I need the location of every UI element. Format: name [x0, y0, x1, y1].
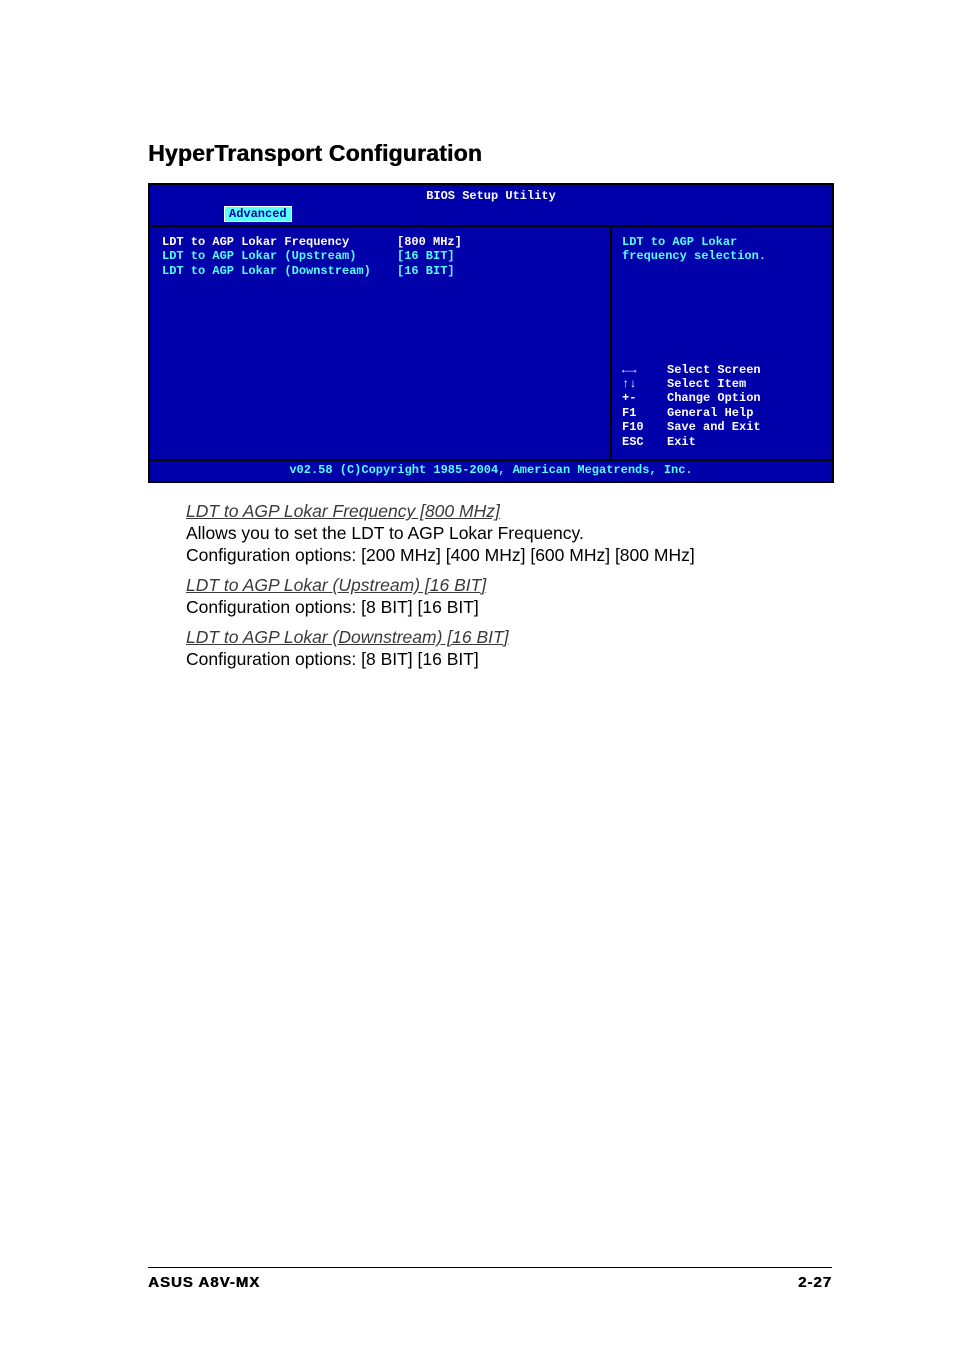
nav-key: ↑↓ — [622, 377, 667, 391]
doc-item-head: LDT to AGP Lokar (Downstream) [16 BIT] — [186, 627, 834, 649]
bios-nav-help: ←→ Select Screen ↑↓ Select Item +- Chang… — [622, 363, 822, 449]
nav-row: F10 Save and Exit — [622, 420, 822, 434]
help-line: LDT to AGP Lokar — [622, 235, 822, 249]
nav-key: ←→ — [622, 363, 667, 377]
nav-row: ←→ Select Screen — [622, 363, 822, 377]
bios-main-pane: LDT to AGP Lokar Frequency [800 MHz] LDT… — [150, 227, 610, 459]
nav-desc: General Help — [667, 406, 753, 420]
section-title: HyperTransport Configuration — [148, 140, 834, 167]
bios-item[interactable]: LDT to AGP Lokar (Downstream) [16 BIT] — [162, 264, 598, 278]
doc-item-head: LDT to AGP Lokar (Upstream) [16 BIT] — [186, 575, 834, 597]
nav-key: +- — [622, 391, 667, 405]
nav-row: F1 General Help — [622, 406, 822, 420]
doc-text: LDT to AGP Lokar Frequency [800 MHz] All… — [148, 501, 834, 670]
bios-item-value: [16 BIT] — [397, 249, 455, 263]
bios-item[interactable]: LDT to AGP Lokar Frequency [800 MHz] — [162, 235, 598, 249]
doc-item-line: Configuration options: [200 MHz] [400 MH… — [186, 545, 695, 565]
bios-help-pane: LDT to AGP Lokar frequency selection. ←→… — [610, 227, 832, 459]
bios-tab-advanced[interactable]: Advanced — [224, 206, 292, 222]
bios-item-value: [16 BIT] — [397, 264, 455, 278]
nav-desc: Select Screen — [667, 363, 761, 377]
bios-header: BIOS Setup Utility Advanced — [150, 185, 832, 227]
nav-desc: Select Item — [667, 377, 746, 391]
bios-item-label: LDT to AGP Lokar (Upstream) — [162, 249, 397, 263]
bios-window: BIOS Setup Utility Advanced LDT to AGP L… — [148, 183, 834, 483]
nav-row: +- Change Option — [622, 391, 822, 405]
bios-body: LDT to AGP Lokar Frequency [800 MHz] LDT… — [150, 227, 832, 459]
nav-key: F1 — [622, 406, 667, 420]
doc-item-line: Allows you to set the LDT to AGP Lokar F… — [186, 523, 584, 543]
bios-help-text: LDT to AGP Lokar frequency selection. — [622, 235, 822, 264]
doc-item-line: Configuration options: [8 BIT] [16 BIT] — [186, 597, 479, 617]
bios-title: BIOS Setup Utility — [150, 189, 832, 203]
nav-key: F10 — [622, 420, 667, 434]
footer-right: 2-27 — [798, 1274, 832, 1291]
nav-key: ESC — [622, 435, 667, 449]
footer-left: ASUS A8V-MX — [148, 1274, 260, 1291]
bios-item-label: LDT to AGP Lokar Frequency — [162, 235, 397, 249]
bios-item-value: [800 MHz] — [397, 235, 462, 249]
page-footer: ASUS A8V-MX 2-27 — [148, 1267, 832, 1291]
bios-footer: v02.58 (C)Copyright 1985-2004, American … — [150, 459, 832, 481]
nav-row: ↑↓ Select Item — [622, 377, 822, 391]
nav-desc: Change Option — [667, 391, 761, 405]
nav-row: ESC Exit — [622, 435, 822, 449]
help-line: frequency selection. — [622, 249, 822, 263]
doc-item-line: Configuration options: [8 BIT] [16 BIT] — [186, 649, 479, 669]
nav-desc: Save and Exit — [667, 420, 761, 434]
doc-item-head: LDT to AGP Lokar Frequency [800 MHz] — [186, 501, 834, 523]
nav-desc: Exit — [667, 435, 696, 449]
bios-item-label: LDT to AGP Lokar (Downstream) — [162, 264, 397, 278]
bios-item[interactable]: LDT to AGP Lokar (Upstream) [16 BIT] — [162, 249, 598, 263]
